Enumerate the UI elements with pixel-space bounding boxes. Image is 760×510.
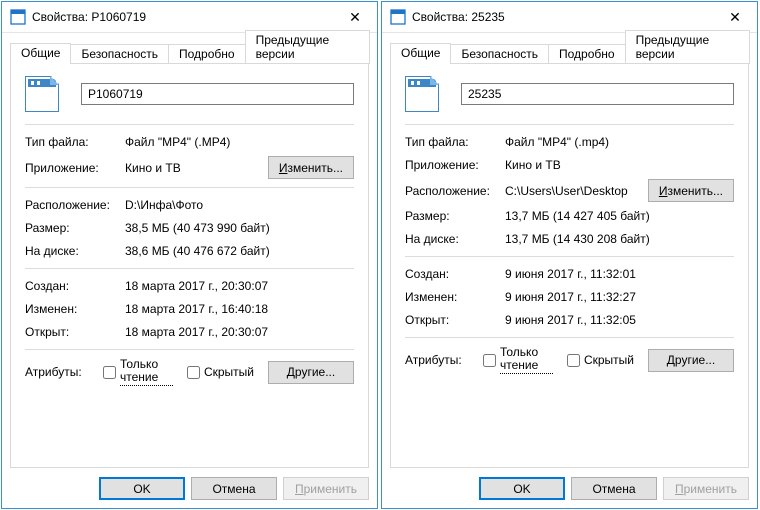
filename-input[interactable] (461, 83, 734, 105)
filetype-label: Тип файла: (25, 135, 125, 149)
cancel-button[interactable]: Отмена (571, 477, 657, 500)
modified-label: Изменен: (25, 302, 125, 316)
accessed-label: Открыт: (405, 313, 505, 327)
hidden-checkbox[interactable]: Скрытый (187, 365, 254, 379)
advanced-button[interactable]: Другие... (268, 361, 354, 384)
advanced-button[interactable]: Другие... (648, 349, 734, 372)
modified-label: Изменен: (405, 290, 505, 304)
modified-value: 9 июня 2017 г., 11:32:27 (505, 290, 734, 304)
tab-panel-general: Тип файла:Файл "MP4" (.MP4) Приложение:К… (10, 63, 369, 468)
tab-general[interactable]: Общие (390, 43, 451, 64)
apply-button: Применить (663, 477, 749, 500)
tab-strip: Общие Безопасность Подробно Предыдущие в… (2, 33, 377, 64)
tab-strip: Общие Безопасность Подробно Предыдущие в… (382, 33, 757, 64)
filename-input[interactable] (81, 83, 354, 105)
tab-security[interactable]: Безопасность (450, 44, 549, 64)
created-label: Создан: (405, 267, 505, 281)
change-button[interactable]: Изменить... (648, 179, 734, 202)
file-type-icon (25, 76, 59, 112)
size-value: 38,5 МБ (40 473 990 байт) (125, 221, 354, 235)
window-icon (10, 9, 26, 25)
tab-previous-versions[interactable]: Предыдущие версии (245, 30, 370, 64)
window-title: Свойства: P1060719 (32, 10, 333, 24)
filetype-value: Файл "MP4" (.MP4) (125, 135, 354, 149)
dialog-footer: OK Отмена Применить (382, 469, 757, 508)
size-on-disk-value: 38,6 МБ (40 476 672 байт) (125, 244, 354, 258)
size-label: Размер: (405, 209, 505, 223)
close-button[interactable]: ✕ (333, 2, 377, 32)
window-title: Свойства: 25235 (412, 10, 713, 24)
size-label: Размер: (25, 221, 125, 235)
size-on-disk-label: На диске: (405, 232, 505, 246)
tab-general[interactable]: Общие (10, 43, 71, 64)
location-label: Расположение: (405, 184, 505, 198)
readonly-checkbox[interactable]: Только чтение (483, 346, 553, 374)
modified-value: 18 марта 2017 г., 16:40:18 (125, 302, 354, 316)
ok-button[interactable]: OK (99, 477, 185, 500)
size-on-disk-value: 13,7 МБ (14 430 208 байт) (505, 232, 734, 246)
titlebar[interactable]: Свойства: 25235 ✕ (382, 2, 757, 33)
opens-with-label: Приложение: (405, 158, 505, 172)
accessed-value: 18 марта 2017 г., 20:30:07 (125, 325, 354, 339)
apply-button: Применить (283, 477, 369, 500)
cancel-button[interactable]: Отмена (191, 477, 277, 500)
location-value: D:\Инфа\Фото (125, 198, 354, 212)
opens-with-label: Приложение: (25, 161, 125, 175)
dialog-footer: OK Отмена Применить (2, 469, 377, 508)
properties-dialog: Свойства: P1060719 ✕ Общие Безопасность … (1, 1, 378, 509)
readonly-checkbox[interactable]: Только чтение (103, 358, 173, 386)
accessed-label: Открыт: (25, 325, 125, 339)
ok-button[interactable]: OK (479, 477, 565, 500)
file-type-icon (405, 76, 439, 112)
filetype-value: Файл "MP4" (.mp4) (505, 135, 734, 149)
window-icon (390, 9, 406, 25)
size-on-disk-label: На диске: (25, 244, 125, 258)
location-value: C:\Users\User\Desktop (505, 184, 640, 198)
hidden-checkbox[interactable]: Скрытый (567, 353, 634, 367)
location-label: Расположение: (25, 198, 125, 212)
change-button[interactable]: Изменить... (268, 156, 354, 179)
tab-panel-general: Тип файла:Файл "MP4" (.mp4) Приложение:К… (390, 63, 749, 468)
tab-details[interactable]: Подробно (168, 44, 246, 64)
opens-with-value: Кино и ТВ (125, 161, 268, 175)
attributes-label: Атрибуты: (25, 365, 103, 379)
titlebar[interactable]: Свойства: P1060719 ✕ (2, 2, 377, 33)
tab-previous-versions[interactable]: Предыдущие версии (625, 30, 750, 64)
tab-security[interactable]: Безопасность (70, 44, 169, 64)
close-button[interactable]: ✕ (713, 2, 757, 32)
filetype-label: Тип файла: (405, 135, 505, 149)
created-value: 18 марта 2017 г., 20:30:07 (125, 279, 354, 293)
accessed-value: 9 июня 2017 г., 11:32:05 (505, 313, 734, 327)
size-value: 13,7 МБ (14 427 405 байт) (505, 209, 734, 223)
tab-details[interactable]: Подробно (548, 44, 626, 64)
attributes-label: Атрибуты: (405, 353, 483, 367)
created-label: Создан: (25, 279, 125, 293)
opens-with-value: Кино и ТВ (505, 158, 734, 172)
created-value: 9 июня 2017 г., 11:32:01 (505, 267, 734, 281)
properties-dialog: Свойства: 25235 ✕ Общие Безопасность Под… (381, 1, 758, 509)
